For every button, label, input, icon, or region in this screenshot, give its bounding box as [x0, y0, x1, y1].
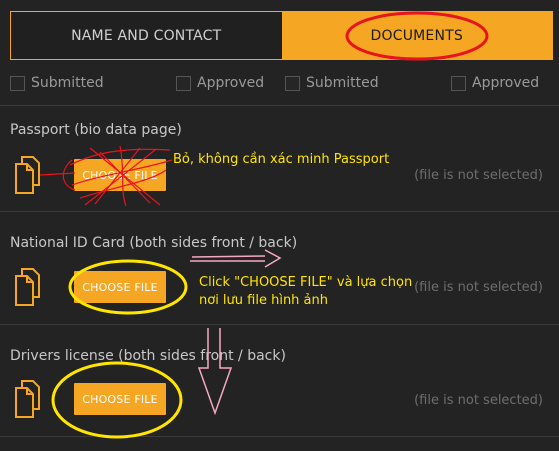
click-instruction-line2: nơi lưu file hình ảnh: [199, 293, 328, 308]
tab-bar: NAME AND CONTACT DOCUMENTS: [10, 11, 553, 60]
drivers-license-section-title: Drivers license (both sides front / back…: [10, 348, 286, 364]
national-id-section-title: National ID Card (both sides front / bac…: [10, 235, 298, 251]
checkbox-label: Submitted: [31, 75, 104, 91]
approved-checkbox-1[interactable]: Approved: [176, 75, 264, 91]
divider: [0, 105, 559, 106]
file-stack-icon: [15, 156, 40, 194]
divider: [0, 211, 559, 212]
checkbox-label: Approved: [197, 75, 265, 91]
submitted-checkbox-1[interactable]: Submitted: [10, 75, 104, 91]
checkbox-box[interactable]: [285, 75, 300, 91]
tab-documents[interactable]: DOCUMENTS: [281, 12, 552, 59]
national-id-choose-file-button[interactable]: CHOOSE FILE: [74, 271, 166, 303]
checkbox-label: Submitted: [306, 75, 379, 91]
file-stack-icon: [15, 380, 40, 418]
click-instruction-line1: Click "CHOOSE FILE" và lựa chọn: [199, 275, 413, 290]
checkbox-box[interactable]: [176, 75, 191, 91]
tab-name-and-contact[interactable]: NAME AND CONTACT: [11, 12, 282, 59]
divider: [0, 324, 559, 325]
file-stack-icon: [15, 268, 40, 306]
divider: [0, 436, 559, 437]
passport-choose-file-button[interactable]: CHOOSE FILE: [74, 159, 166, 191]
status-checkbox-row: Submitted Approved Submitted Approved: [10, 75, 559, 97]
passport-file-status: (file is not selected): [414, 168, 543, 183]
national-id-file-status: (file is not selected): [414, 280, 543, 295]
checkbox-box[interactable]: [10, 75, 25, 91]
passport-section-title: Passport (bio data page): [10, 122, 182, 138]
skip-passport-annotation: Bỏ, không cần xác minh Passport: [173, 152, 390, 167]
submitted-checkbox-2[interactable]: Submitted: [285, 75, 379, 91]
checkbox-box[interactable]: [451, 75, 466, 91]
checkbox-label: Approved: [472, 75, 540, 91]
drivers-license-choose-file-button[interactable]: CHOOSE FILE: [74, 383, 166, 415]
approved-checkbox-2[interactable]: Approved: [451, 75, 539, 91]
drivers-license-file-status: (file is not selected): [414, 393, 543, 408]
